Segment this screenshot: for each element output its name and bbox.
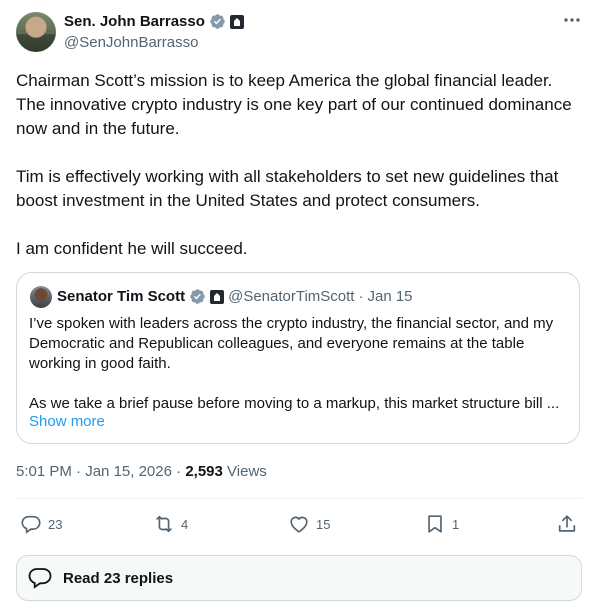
quoted-tweet[interactable]: Senator Tim Scott @SenatorTimScott · Jan… <box>16 272 580 444</box>
bookmark-button[interactable]: 1 <box>424 512 459 536</box>
quote-author-name: Senator Tim Scott <box>57 288 186 305</box>
like-count: 15 <box>316 516 331 532</box>
reply-count: 23 <box>48 516 63 532</box>
bookmark-icon <box>428 515 442 533</box>
share-icon <box>558 515 576 532</box>
author-avatar[interactable] <box>16 12 56 52</box>
tweet-paragraph: Tim is effectively working with all stak… <box>16 167 559 210</box>
heart-icon <box>290 516 308 533</box>
reply-icon <box>21 515 41 534</box>
tweet-meta: 5:01 PM · Jan 15, 2026 · 2,593 Views <box>16 463 267 480</box>
repost-button[interactable]: 4 <box>153 512 188 536</box>
views-count: 2,593 <box>185 463 223 480</box>
tweet-time[interactable]: 5:01 PM <box>16 463 72 480</box>
separator-dot: · <box>358 288 364 305</box>
views-label: Views <box>227 463 267 480</box>
more-options-icon[interactable] <box>562 10 582 30</box>
tweet-date[interactable]: Jan 15, 2026 <box>85 463 172 480</box>
quote-author-avatar <box>30 286 52 308</box>
read-replies-label: Read 23 replies <box>63 569 174 587</box>
quote-paragraph: As we take a brief pause before moving t… <box>29 395 560 412</box>
divider <box>16 498 582 499</box>
repost-count: 4 <box>181 516 189 532</box>
author-handle[interactable]: @SenJohnBarrasso <box>64 34 198 51</box>
replies-icon <box>28 568 52 589</box>
quote-text: I’ve spoken with leaders across the cryp… <box>29 314 569 414</box>
bookmark-count: 1 <box>452 516 460 532</box>
repost-icon <box>156 515 172 533</box>
quote-paragraph: I’ve spoken with leaders across the cryp… <box>29 315 554 372</box>
separator-dot: · <box>176 463 182 480</box>
tweet-paragraph: I am confident he will succeed. <box>16 239 248 258</box>
quote-author-handle: @SenatorTimScott <box>228 288 355 305</box>
verified-badge-icon <box>210 14 225 29</box>
quote-date: Jan 15 <box>367 288 413 305</box>
tweet-text: Chairman Scott’s mission is to keep Amer… <box>16 69 582 285</box>
government-affiliation-icon <box>229 14 244 29</box>
separator-dot: · <box>76 463 82 480</box>
verified-badge-icon <box>190 289 205 304</box>
read-replies-button[interactable]: Read 23 replies <box>16 555 582 601</box>
share-button[interactable] <box>556 512 578 536</box>
show-more-link[interactable]: Show more <box>29 413 105 430</box>
reply-button[interactable]: 23 <box>20 512 62 536</box>
government-affiliation-icon <box>210 289 225 304</box>
author-name[interactable]: Sen. John Barrasso <box>64 13 205 30</box>
like-button[interactable]: 15 <box>288 512 330 536</box>
tweet-paragraph: Chairman Scott’s mission is to keep Amer… <box>16 71 572 138</box>
